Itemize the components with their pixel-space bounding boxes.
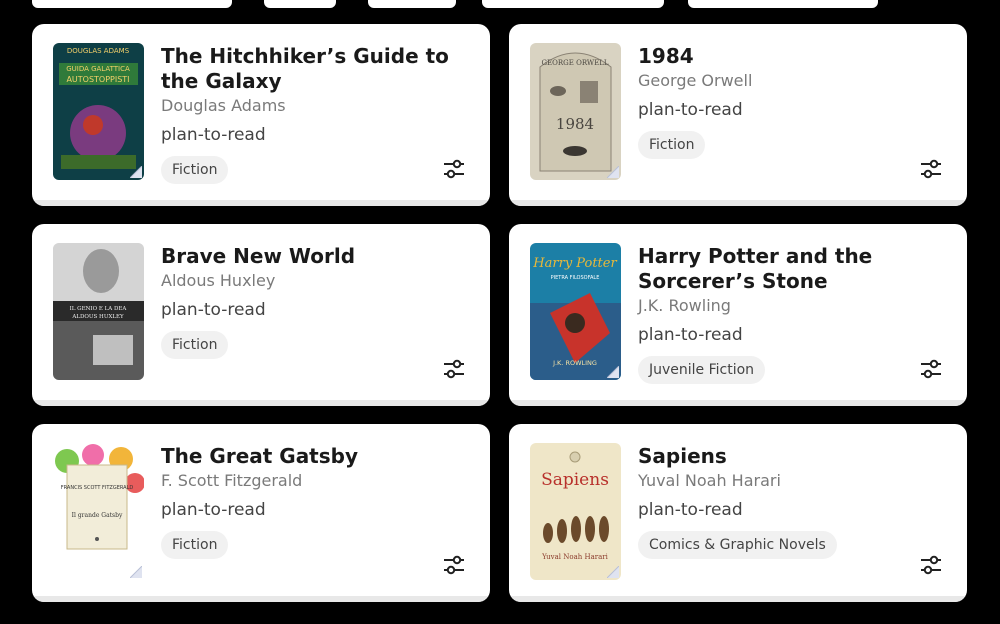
- reading-status: plan-to-read: [161, 300, 266, 320]
- reading-status: plan-to-read: [161, 500, 266, 520]
- partial-card-edge: [688, 0, 878, 8]
- book-info: Sapiens Yuval Noah Harari plan-to-read C…: [638, 444, 938, 559]
- cover-text: AUTOSTOPPISTI: [66, 75, 129, 84]
- cover-text: Harry Potter: [532, 256, 617, 271]
- book-card[interactable]: Sapiens Yuval Noah Harari Sapiens Yuval …: [509, 424, 967, 602]
- book-card[interactable]: DOUGLAS ADAMS GUIDA GALATTICA AUTOSTOPPI…: [32, 24, 490, 206]
- book-title: Brave New World: [161, 244, 356, 268]
- cover-text: PIETRA FILOSOFALE: [551, 275, 600, 281]
- card-bottom-edge: [509, 596, 967, 602]
- cover-text: J.K. ROWLING: [552, 359, 597, 367]
- partial-card-edge: [32, 0, 232, 8]
- genre-chip[interactable]: Juvenile Fiction: [638, 356, 766, 384]
- sliders-icon[interactable]: [919, 554, 943, 576]
- book-cover[interactable]: Sapiens Yuval Noah Harari: [530, 443, 621, 580]
- book-info: Harry Potter and the Sorcerer’s Stone J.…: [638, 244, 938, 384]
- book-cover[interactable]: GEORGE ORWELL 1984: [530, 43, 621, 180]
- page-curl-icon: [130, 566, 142, 578]
- genre-chip[interactable]: Fiction: [638, 131, 706, 159]
- cover-text: Yuval Noah Harari: [541, 553, 609, 561]
- book-card[interactable]: FRANCIS SCOTT FITZGERALD Il grande Gatsb…: [32, 424, 490, 602]
- card-bottom-edge: [32, 596, 490, 602]
- sliders-icon[interactable]: [442, 554, 466, 576]
- cover-text: Sapiens: [541, 470, 609, 490]
- book-author: Douglas Adams: [161, 96, 286, 115]
- sliders-icon[interactable]: [442, 158, 466, 180]
- book-cover[interactable]: IL GENIO E LA DEA ALDOUS HUXLEY: [53, 243, 144, 380]
- cover-text: GUIDA GALATTICA: [66, 65, 130, 73]
- book-author: J.K. Rowling: [638, 296, 731, 315]
- cover-text: DOUGLAS ADAMS: [67, 47, 130, 55]
- book-cover[interactable]: DOUGLAS ADAMS GUIDA GALATTICA AUTOSTOPPI…: [53, 43, 144, 180]
- reading-status: plan-to-read: [161, 125, 266, 145]
- page-curl-icon: [607, 166, 619, 178]
- card-bottom-edge: [509, 200, 967, 206]
- book-cover[interactable]: Harry Potter PIETRA FILOSOFALE J.K. ROWL…: [530, 243, 621, 380]
- card-bottom-edge: [509, 400, 967, 406]
- book-author: George Orwell: [638, 71, 753, 90]
- book-title: Harry Potter and the Sorcerer’s Stone: [638, 244, 873, 293]
- book-info: 1984 George Orwell plan-to-read Fiction: [638, 44, 938, 159]
- book-title: Sapiens: [638, 444, 727, 468]
- cover-text: FRANCIS SCOTT FITZGERALD: [61, 485, 134, 491]
- sliders-icon[interactable]: [442, 358, 466, 380]
- sliders-icon[interactable]: [919, 358, 943, 380]
- book-title: The Great Gatsby: [161, 444, 359, 468]
- partial-card-edge: [264, 0, 336, 8]
- book-card[interactable]: Harry Potter PIETRA FILOSOFALE J.K. ROWL…: [509, 224, 967, 406]
- book-info: Brave New World Aldous Huxley plan-to-re…: [161, 244, 461, 359]
- reading-status: plan-to-read: [638, 100, 743, 120]
- book-author: Aldous Huxley: [161, 271, 276, 290]
- book-card[interactable]: IL GENIO E LA DEA ALDOUS HUXLEY Brave Ne…: [32, 224, 490, 406]
- book-cover[interactable]: FRANCIS SCOTT FITZGERALD Il grande Gatsb…: [53, 443, 144, 580]
- genre-chip[interactable]: Fiction: [161, 531, 229, 559]
- cover-text: GEORGE ORWELL: [541, 59, 608, 67]
- card-bottom-edge: [32, 200, 490, 206]
- genre-chip[interactable]: Comics & Graphic Novels: [638, 531, 837, 559]
- book-card[interactable]: GEORGE ORWELL 1984 1984 George Orwell pl…: [509, 24, 967, 206]
- page-curl-icon: [130, 166, 142, 178]
- reading-status: plan-to-read: [638, 500, 743, 520]
- book-info: The Great Gatsby F. Scott Fitzgerald pla…: [161, 444, 461, 559]
- cover-text: 1984: [556, 115, 594, 133]
- partial-card-edge: [368, 0, 456, 8]
- page-curl-icon: [607, 566, 619, 578]
- genre-chip[interactable]: Fiction: [161, 156, 229, 184]
- book-author: Yuval Noah Harari: [638, 471, 781, 490]
- book-author: F. Scott Fitzgerald: [161, 471, 303, 490]
- cover-text: Il grande Gatsby: [72, 512, 123, 519]
- cover-text: IL GENIO E LA DEA: [70, 306, 128, 312]
- partial-card-edge: [482, 0, 664, 8]
- book-title: The Hitchhiker’s Guide to the Galaxy: [161, 44, 449, 93]
- card-bottom-edge: [32, 400, 490, 406]
- cover-text: ALDOUS HUXLEY: [71, 314, 124, 320]
- page-curl-icon: [607, 366, 619, 378]
- book-info: The Hitchhiker’s Guide to the Galaxy Dou…: [161, 44, 461, 184]
- reading-status: plan-to-read: [638, 325, 743, 345]
- book-title: 1984: [638, 44, 694, 68]
- genre-chip[interactable]: Fiction: [161, 331, 229, 359]
- sliders-icon[interactable]: [919, 158, 943, 180]
